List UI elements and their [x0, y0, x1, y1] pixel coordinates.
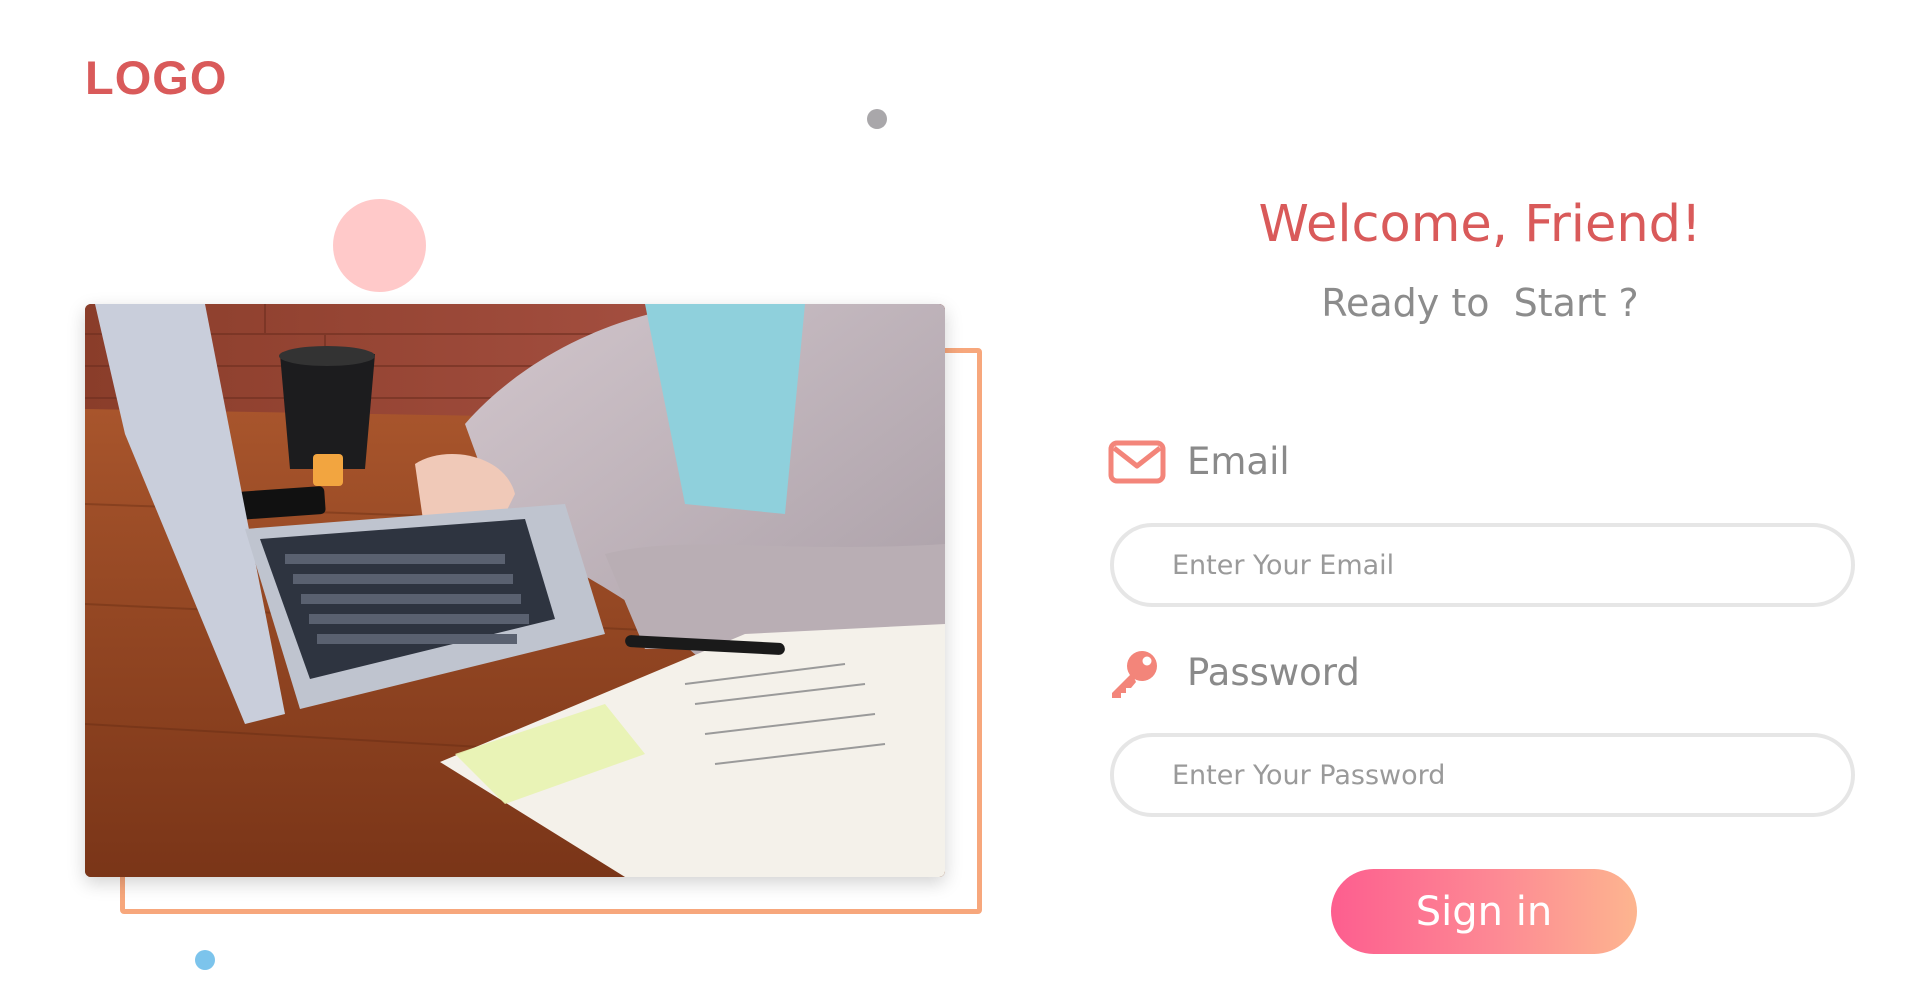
password-label: Password [1187, 651, 1360, 694]
password-field[interactable] [1110, 733, 1855, 817]
key-icon [1108, 649, 1160, 699]
hero-photo [85, 304, 945, 877]
decorative-pink-circle [333, 199, 426, 292]
welcome-subtitle: Ready to Start ? [1321, 281, 1639, 325]
welcome-title: Welcome, Friend! [1258, 195, 1702, 254]
envelope-icon [1108, 440, 1166, 484]
login-page: LOGO Welcome, Friend! Ready to Start ? E… [0, 0, 1920, 991]
email-label: Email [1187, 440, 1290, 483]
laptop-desk-photo-illustration [85, 304, 945, 877]
decorative-blue-dot [195, 950, 215, 970]
decorative-gray-dot [867, 109, 887, 129]
email-field[interactable] [1110, 523, 1855, 607]
sign-in-button[interactable]: Sign in [1331, 869, 1637, 954]
logo[interactable]: LOGO [85, 50, 227, 106]
